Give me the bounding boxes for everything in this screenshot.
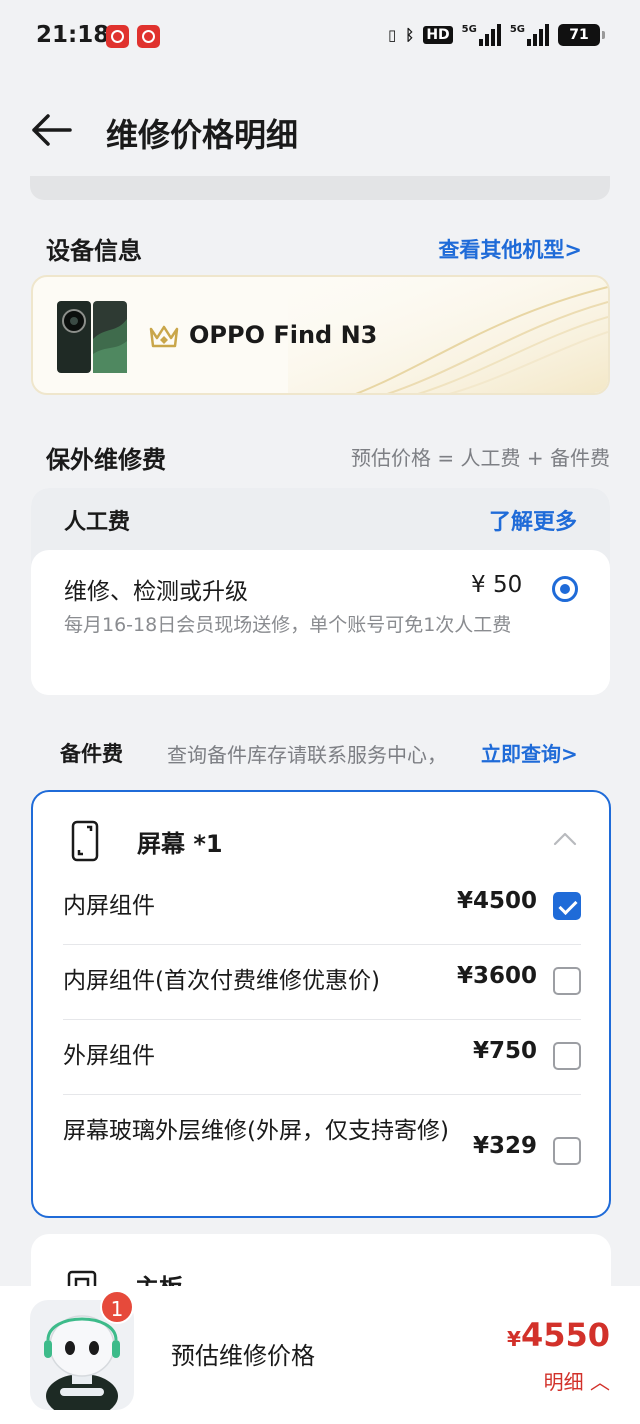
part-row[interactable]: 外屏组件 ¥750 [63, 1020, 581, 1095]
back-button[interactable] [26, 108, 76, 152]
device-section-title: 设备信息 [46, 237, 142, 265]
estimate-label: 预估维修价格 [171, 1342, 315, 1370]
warranty-section-title: 保外维修费 [46, 446, 166, 474]
part-name: 内屏组件 [63, 893, 155, 919]
parts-note: 查询备件库存请联系服务中心， [167, 743, 447, 767]
part-name: 内屏组件(首次付费维修优惠价) [63, 968, 380, 994]
part-name: 外屏组件 [63, 1043, 155, 1069]
network-label: 5G [461, 24, 477, 35]
app-notification-icon [106, 25, 129, 48]
device-card: OPPO Find N3 [31, 275, 610, 395]
labor-title: 人工费 [64, 510, 131, 535]
screen-parts-card: 屏幕 *1 内屏组件 ¥4500 内屏组件(首次付费维修优惠价) ¥3600 外… [31, 790, 611, 1218]
total-price: ¥4550 [507, 1316, 610, 1354]
bottom-bar: 1 预估维修价格 ¥4550 明细 ︿ [0, 1286, 640, 1424]
part-checkbox[interactable] [553, 1137, 581, 1165]
part-price: ¥3600 [456, 963, 537, 989]
device-image [57, 299, 127, 375]
page-title: 维修价格明细 [106, 116, 299, 154]
labor-item-name: 维修、检测或升级 [64, 579, 248, 605]
labor-item-price: ¥ 50 [471, 572, 523, 598]
part-checkbox[interactable] [553, 892, 581, 920]
chevron-up-icon: ︿ [590, 1370, 610, 1394]
part-price: ¥750 [472, 1038, 537, 1064]
network-label: 5G [509, 24, 525, 35]
part-row[interactable]: 内屏组件 ¥4500 [63, 870, 581, 945]
part-row[interactable]: 屏幕玻璃外层维修(外屏，仅支持寄修) ¥329 [63, 1095, 581, 1205]
signal-5g-icon: 5G [462, 24, 501, 46]
part-row[interactable]: 内屏组件(首次付费维修优惠价) ¥3600 [63, 945, 581, 1020]
status-bar: 21:18 ▯ ᛒ HD 5G 5G 71 [0, 0, 640, 74]
part-checkbox[interactable] [553, 1042, 581, 1070]
top-divider [30, 176, 610, 200]
parts-title: 备件费 [60, 742, 123, 766]
phone-screen-icon [71, 820, 99, 862]
query-now-link[interactable]: 立即查询> [481, 738, 578, 767]
labor-note: 每月16-18日会员现场送修，单个账号可免1次人工费 [64, 614, 512, 636]
detail-button[interactable]: 明细 ︿ [544, 1366, 610, 1395]
screen-label: 屏幕 *1 [137, 830, 223, 858]
part-checkbox[interactable] [553, 967, 581, 995]
currency-symbol: ¥ [507, 1327, 521, 1351]
notification-badge: 1 [100, 1290, 134, 1324]
bluetooth-icon: ᛒ [405, 26, 415, 44]
app-notification-icon [137, 25, 160, 48]
arrow-left-icon [32, 114, 72, 146]
hd-icon: HD [423, 26, 453, 44]
labor-card: 人工费 了解更多 维修、检测或升级 ¥ 50 每月16-18日会员现场送修，单个… [31, 488, 610, 695]
header: 维修价格明细 [0, 96, 640, 166]
device-name: OPPO Find N3 [189, 321, 378, 349]
learn-more-link[interactable]: 了解更多 [489, 504, 577, 536]
other-models-link[interactable]: 查看其他机型> [438, 234, 582, 264]
total-value: 4550 [520, 1316, 610, 1354]
part-price: ¥329 [472, 1133, 537, 1159]
status-icons: ▯ ᛒ HD 5G 5G 71 [388, 24, 605, 46]
price-formula: 预估价格 = 人工费 + 备件费 [351, 446, 610, 470]
vibrate-icon: ▯ [388, 26, 397, 44]
labor-radio[interactable] [552, 576, 578, 602]
part-price: ¥4500 [456, 888, 537, 914]
status-time: 21:18 [36, 22, 110, 48]
part-name: 屏幕玻璃外层维修(外屏，仅支持寄修) [63, 1118, 449, 1144]
crown-icon [149, 325, 179, 348]
detail-label: 明细 [543, 1370, 584, 1394]
signal-5g-icon: 5G [510, 24, 549, 46]
battery-icon: 71 [558, 24, 605, 46]
chevron-up-icon[interactable] [553, 832, 577, 846]
